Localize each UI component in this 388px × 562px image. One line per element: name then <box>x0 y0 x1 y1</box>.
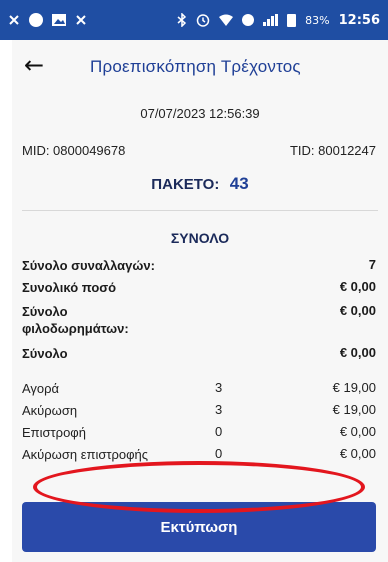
transaction-label: Ακύρωση <box>22 403 78 418</box>
transaction-count: 3 <box>215 380 223 395</box>
close-icon <box>9 15 19 25</box>
transaction-count: 3 <box>215 402 223 417</box>
battery-percent: 83% <box>305 13 330 27</box>
wifi-icon <box>219 14 234 26</box>
packet-label: ΠΑΚΕΤΟ: <box>151 176 220 193</box>
transaction-label: Επιστροφή <box>22 425 86 440</box>
battery-icon <box>287 13 297 27</box>
status-left-icons <box>8 13 87 27</box>
image-icon <box>52 14 66 26</box>
divider <box>22 210 378 211</box>
summary-label: Σύνολο συναλλαγών: <box>22 258 155 273</box>
signal-icon <box>263 14 279 26</box>
close-icon <box>76 15 86 25</box>
transaction-amount: € 19,00 <box>332 402 376 417</box>
summary-value: 7 <box>368 257 376 272</box>
merchant-id: MID: 0800049678 <box>22 143 126 158</box>
summary-label: Συνολικό ποσό <box>22 280 117 295</box>
batch-datetime: 07/07/2023 12:56:39 <box>140 106 260 121</box>
summary-label: Σύνολο φιλοδωρημάτων: <box>22 304 129 336</box>
packet-number: 43 <box>229 174 249 193</box>
data-icon <box>242 14 255 26</box>
transaction-count: 0 <box>215 424 223 439</box>
print-button[interactable]: Εκτύπωση <box>22 502 376 552</box>
transaction-label: Ακύρωση επιστροφής <box>22 447 149 462</box>
transaction-amount: € 0,00 <box>339 424 376 439</box>
transaction-amount: € 0,00 <box>339 446 376 461</box>
preview-page: ← Προεπισκόπηση Τρέχοντος 07/07/2023 12:… <box>12 40 388 562</box>
page-title: Προεπισκόπηση Τρέχοντος <box>90 57 301 76</box>
summary-label: Σύνολο <box>22 346 68 361</box>
bluetooth-icon <box>177 13 187 27</box>
transaction-count: 0 <box>215 446 223 461</box>
status-right-icons: 83% 12:56 <box>177 13 380 28</box>
summary-heading: ΣΥΝΟΛΟ <box>170 230 230 246</box>
packet-info: ΠΑΚΕΤΟ: 43 <box>12 174 388 194</box>
alarm-icon <box>196 14 210 27</box>
app-bar: ← Προεπισκόπηση Τρέχοντος <box>12 40 388 96</box>
transaction-label: Αγορά <box>22 381 60 396</box>
summary-value: € 0,00 <box>339 303 376 318</box>
circle-icon <box>29 13 43 27</box>
summary-value: € 0,00 <box>339 279 376 294</box>
summary-value: € 0,00 <box>339 345 376 360</box>
arrow-left-icon[interactable]: ← <box>24 53 44 77</box>
transaction-amount: € 19,00 <box>332 380 376 395</box>
status-time: 12:56 <box>338 12 380 28</box>
status-bar: 83% 12:56 <box>0 0 388 40</box>
terminal-id: TID: 80012247 <box>289 143 376 158</box>
